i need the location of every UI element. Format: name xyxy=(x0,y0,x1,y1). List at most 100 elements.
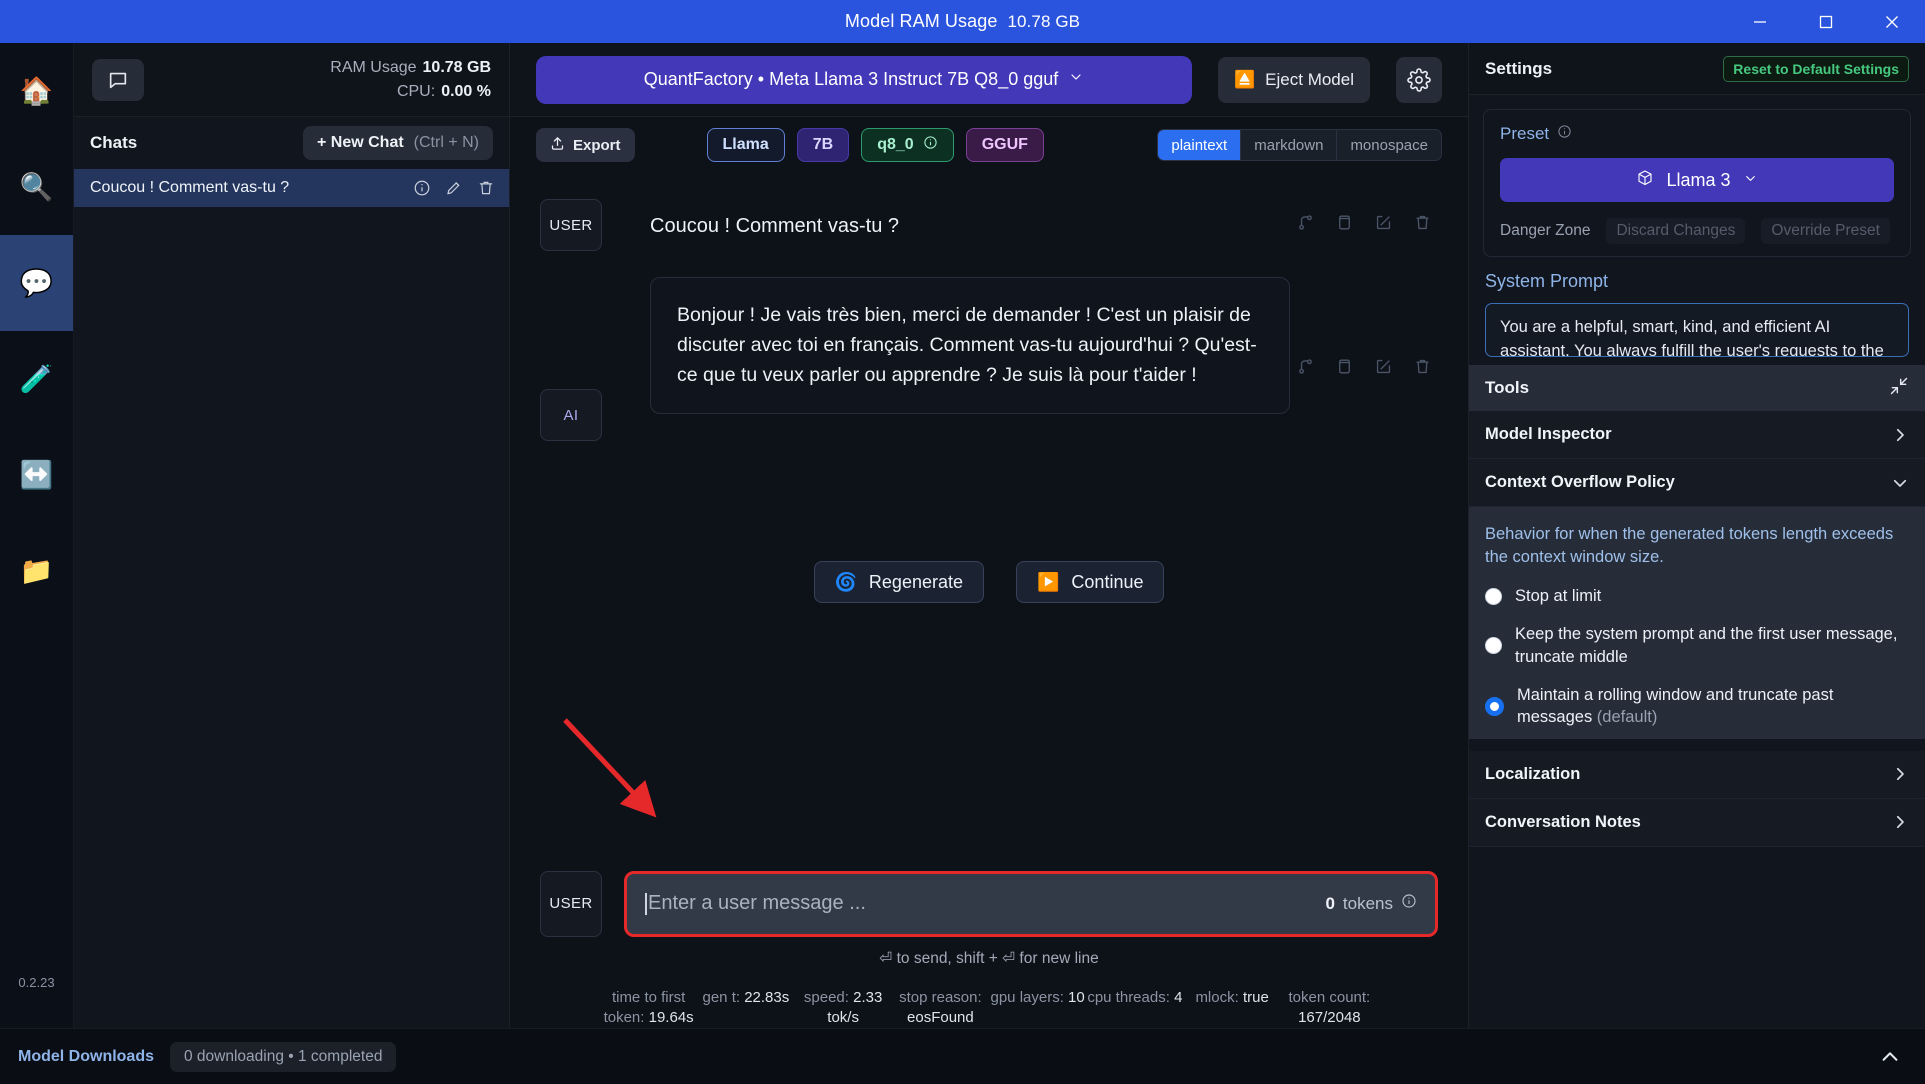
new-chat-button[interactable]: + New Chat (Ctrl + N) xyxy=(302,126,493,160)
new-chat-label: + New Chat xyxy=(316,134,404,151)
chevron-right-icon xyxy=(1891,426,1909,444)
model-toolbar: QuantFactory • Meta Llama 3 Instruct 7B … xyxy=(510,43,1468,117)
stat-value: 19.64s xyxy=(648,1008,694,1026)
rail-item-my-models[interactable]: 📁 xyxy=(0,523,73,619)
policy-description: Behavior for when the generated tokens l… xyxy=(1485,525,1894,567)
settings-row-label: Model Inspector xyxy=(1485,425,1612,443)
model-downloads-label[interactable]: Model Downloads xyxy=(18,1048,154,1066)
preset-label-row: Preset xyxy=(1500,124,1894,144)
ram-usage-row: RAM Usage 10.78 GB xyxy=(330,56,491,79)
delete-icon[interactable] xyxy=(477,179,495,197)
segment-markdown[interactable]: markdown xyxy=(1241,130,1338,160)
export-label: Export xyxy=(573,136,621,154)
message-input[interactable]: Enter a user message ... 0 tokens xyxy=(624,870,1438,937)
regenerate-button[interactable]: 🌀 Regenerate xyxy=(813,561,984,603)
chat-list-item[interactable]: Coucou ! Comment vas-tu ? xyxy=(74,169,509,207)
composer-role-badge[interactable]: USER xyxy=(540,870,602,937)
chevron-right-icon xyxy=(1891,765,1909,783)
settings-row-label: Context Overflow Policy xyxy=(1485,473,1675,491)
close-icon[interactable] xyxy=(1859,0,1925,43)
play-icon: ▶️ xyxy=(1037,571,1060,592)
eject-model-button[interactable]: ⏏️ Eject Model xyxy=(1218,56,1370,103)
rail-item-playground[interactable]: 🧪 xyxy=(0,331,73,427)
edit-icon[interactable] xyxy=(1374,213,1393,237)
window-title-value: 10.78 GB xyxy=(1007,12,1081,31)
override-preset-button[interactable]: Override Preset xyxy=(1761,218,1890,244)
export-button[interactable]: Export xyxy=(536,128,635,162)
rail-item-search[interactable]: 🔍 xyxy=(0,139,73,235)
message-ai: AI Bonjour ! Je vais très bien, merci de… xyxy=(540,277,1438,441)
settings-row-model-inspector[interactable]: Model Inspector xyxy=(1469,411,1925,459)
info-icon[interactable] xyxy=(923,135,938,155)
token-count-label: tokens xyxy=(1342,893,1393,913)
minimize-icon[interactable] xyxy=(1727,0,1793,43)
rail-item-home[interactable]: 🏠 xyxy=(0,43,73,139)
segment-plaintext[interactable]: plaintext xyxy=(1158,130,1242,160)
reset-defaults-button[interactable]: Reset to Default Settings xyxy=(1723,55,1909,82)
rail-item-chat[interactable]: 💬 xyxy=(0,235,73,331)
radio-icon[interactable] xyxy=(1485,637,1502,655)
chip-quantization[interactable]: q8_0 xyxy=(861,128,954,162)
folder-icon: 📁 xyxy=(19,555,54,586)
policy-option-keep-system-prompt[interactable]: Keep the system prompt and the first use… xyxy=(1485,623,1909,668)
discard-changes-button[interactable]: Discard Changes xyxy=(1606,218,1746,244)
radio-icon[interactable] xyxy=(1485,587,1502,605)
settings-header: Settings Reset to Default Settings xyxy=(1469,43,1925,95)
continue-button[interactable]: ▶️ Continue xyxy=(1016,561,1165,603)
branch-icon[interactable] xyxy=(1296,213,1315,237)
window-title: Model RAM Usage 10.78 GB xyxy=(845,11,1080,32)
ram-usage-value: 10.78 GB xyxy=(422,59,491,77)
text-caret xyxy=(645,892,647,915)
collapse-tools-icon[interactable] xyxy=(1889,376,1909,401)
delete-icon[interactable] xyxy=(1413,213,1432,237)
chevron-up-icon[interactable] xyxy=(1879,1046,1907,1068)
chip-format[interactable]: GGUF xyxy=(965,128,1044,162)
chip-quantization-label: q8_0 xyxy=(877,136,914,153)
delete-icon[interactable] xyxy=(1413,357,1432,381)
cpu-usage-label: CPU: xyxy=(396,82,436,100)
policy-option-label: Maintain a rolling window and truncate p… xyxy=(1517,685,1834,727)
policy-option-stop-at-limit[interactable]: Stop at limit xyxy=(1485,585,1909,607)
settings-row-context-overflow-policy[interactable]: Context Overflow Policy xyxy=(1469,459,1925,507)
preset-selector[interactable]: Llama 3 xyxy=(1500,158,1894,202)
model-selector[interactable]: QuantFactory • Meta Llama 3 Instruct 7B … xyxy=(536,55,1192,104)
chat-bubble-icon: 💬 xyxy=(19,267,54,298)
settings-row-conversation-notes[interactable]: Conversation Notes xyxy=(1469,798,1925,847)
copy-icon[interactable] xyxy=(1335,357,1354,381)
chip-architecture[interactable]: Llama xyxy=(706,128,785,162)
message-actions xyxy=(1296,277,1438,381)
stat-gen-time: gen t: 22.83s xyxy=(697,988,794,1029)
generation-actions: 🌀 Regenerate ▶️ Continue xyxy=(540,561,1438,603)
message-text: Bonjour ! Je vais très bien, merci de de… xyxy=(650,277,1290,414)
radio-icon-selected[interactable] xyxy=(1485,696,1504,716)
policy-option-rolling-window[interactable]: Maintain a rolling window and truncate p… xyxy=(1485,684,1909,729)
resource-stats: RAM Usage 10.78 GB CPU: 0.00 % xyxy=(330,56,491,102)
composer-hint: ⏎ to send, shift + ⏎ for new line xyxy=(879,949,1099,967)
stat-label: cpu threads: xyxy=(1087,988,1170,1006)
model-name: QuantFactory • Meta Llama 3 Instruct 7B … xyxy=(643,69,1059,89)
info-icon[interactable] xyxy=(413,179,431,197)
chevron-right-icon xyxy=(1891,813,1909,831)
edit-icon[interactable] xyxy=(445,179,463,197)
home-icon: 🏠 xyxy=(19,75,54,106)
system-prompt-input[interactable]: You are a helpful, smart, kind, and effi… xyxy=(1485,303,1909,357)
segment-monospace[interactable]: monospace xyxy=(1337,130,1441,160)
regenerate-label: Regenerate xyxy=(868,571,963,592)
rail-item-local-server[interactable]: ↔️ xyxy=(0,427,73,523)
info-icon[interactable] xyxy=(1557,124,1572,144)
info-icon[interactable] xyxy=(1401,893,1417,914)
copy-icon[interactable] xyxy=(1335,213,1354,237)
chip-params[interactable]: 7B xyxy=(796,128,850,162)
gear-icon[interactable] xyxy=(1396,56,1442,103)
toggle-chat-panel-button[interactable] xyxy=(92,58,144,101)
chats-list-empty-space xyxy=(74,207,509,1028)
settings-row-localization[interactable]: Localization xyxy=(1469,750,1925,799)
chip-params-label: 7B xyxy=(812,136,834,153)
context-overflow-policy-body: Behavior for when the generated tokens l… xyxy=(1469,507,1925,739)
edit-icon[interactable] xyxy=(1374,357,1393,381)
maximize-icon[interactable] xyxy=(1793,0,1859,43)
continue-label: Continue xyxy=(1071,571,1144,592)
chat-item-actions xyxy=(413,179,495,197)
tools-label: Tools xyxy=(1485,378,1530,397)
branch-icon[interactable] xyxy=(1296,357,1315,381)
